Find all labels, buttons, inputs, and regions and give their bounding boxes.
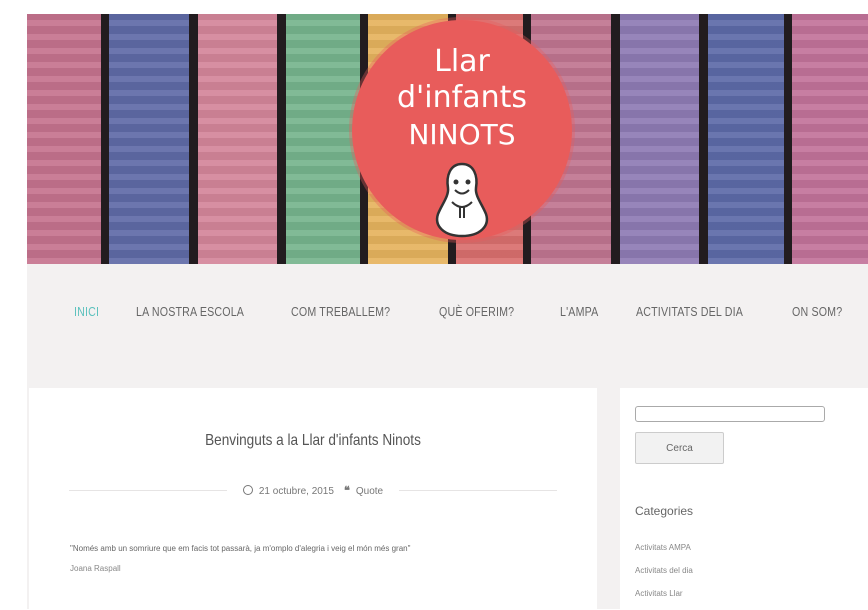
post-quote: "Només amb un somriure que em facis tot … <box>70 544 411 553</box>
nav-item-la-nostra-escola[interactable]: LA NOSTRA ESCOLA <box>136 304 244 319</box>
nav-menu: INICI LA NOSTRA ESCOLA COM TREBALLEM? QUÈ O… <box>74 304 852 319</box>
banner-gap <box>277 14 286 264</box>
category-link[interactable]: Activitats del dia <box>635 564 693 587</box>
nav-item-inici[interactable]: INICI <box>74 304 99 319</box>
banner-plank <box>707 14 784 264</box>
clock-icon <box>242 485 253 495</box>
nav-item-l-ampa[interactable]: L'AMPA <box>560 304 601 319</box>
category-link[interactable]: Activitats AMPA <box>635 541 693 564</box>
banner-gap <box>189 14 198 264</box>
site-logo[interactable]: Llar d'infants NINOTS <box>352 20 572 240</box>
banner-plank <box>109 14 190 264</box>
logo-text-line1: Llar <box>434 44 490 79</box>
main-navigation: INICI LA NOSTRA ESCOLA COM TREBALLEM? QUÈ O… <box>27 264 868 386</box>
nav-item-on-som[interactable]: ON SOM? <box>792 304 842 319</box>
banner-plank <box>619 14 700 264</box>
categories-list: Activitats AMPA Activitats del dia Activit… <box>635 541 693 610</box>
logo-text-line3: NINOTS <box>408 118 516 151</box>
search-input[interactable] <box>635 406 825 422</box>
sidebar: Cerca Categories Activitats AMPA Activita… <box>620 388 868 609</box>
banner-plank <box>27 14 101 264</box>
logo-text-line2: d'infants <box>397 80 527 115</box>
nav-item-qu-oferim[interactable]: QUÈ OFERIM? <box>439 304 517 319</box>
main-content: Benvinguts a la Llar d'infants Ninots 21… <box>29 388 597 609</box>
banner-gap <box>611 14 620 264</box>
quote-icon: ❝ <box>343 484 350 497</box>
banner-gap <box>100 14 110 264</box>
ghost-mascot-icon <box>435 162 489 238</box>
post-date[interactable]: 21 octubre, 2015 <box>259 486 334 497</box>
banner-gap <box>783 14 793 264</box>
post-title[interactable]: Benvinguts a la Llar d'infants Ninots <box>72 432 555 450</box>
banner-gap <box>699 14 708 264</box>
category-link[interactable]: Activitats Llar <box>635 587 693 610</box>
nav-item-activitats-del-dia[interactable]: ACTIVITATS DEL DIA <box>636 304 743 319</box>
search-button[interactable]: Cerca <box>635 432 724 464</box>
post-meta: 21 octubre, 2015 ❝ Quote <box>29 484 597 497</box>
categories-title: Categories <box>635 504 694 518</box>
banner-plank <box>285 14 360 264</box>
page: Llar d'infants NINOTS INICI LA NOSTRA ESC… <box>0 0 868 609</box>
quote-author: Joana Raspall <box>70 564 121 573</box>
post-format[interactable]: Quote <box>356 486 383 497</box>
nav-item-com-treballem[interactable]: COM TREBALLEM? <box>291 304 391 319</box>
banner-plank <box>792 14 868 264</box>
banner-plank <box>197 14 278 264</box>
